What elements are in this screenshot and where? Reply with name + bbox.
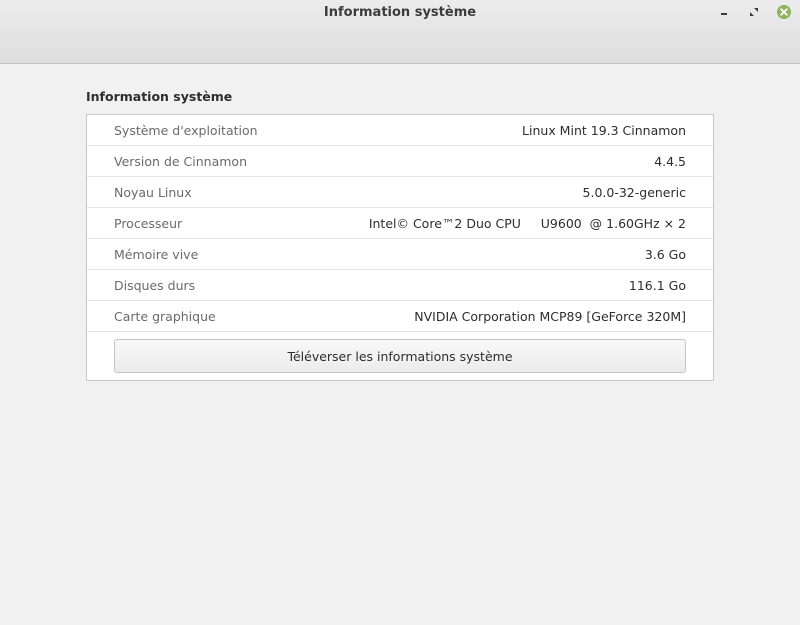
info-row-processor: Processeur Intel© Core™2 Duo CPU U9600 @… bbox=[87, 208, 713, 239]
window-controls bbox=[716, 4, 792, 20]
info-label: Mémoire vive bbox=[114, 247, 199, 262]
info-label: Processeur bbox=[114, 216, 183, 231]
info-row-cinnamon-version: Version de Cinnamon 4.4.5 bbox=[87, 146, 713, 177]
info-label: Noyau Linux bbox=[114, 185, 192, 200]
info-label: Version de Cinnamon bbox=[114, 154, 247, 169]
system-info-panel: Système d'exploitation Linux Mint 19.3 C… bbox=[86, 114, 714, 381]
info-row-kernel: Noyau Linux 5.0.0-32-generic bbox=[87, 177, 713, 208]
title-bar[interactable]: Information système bbox=[0, 0, 800, 64]
info-row-graphics: Carte graphique NVIDIA Corporation MCP89… bbox=[87, 301, 713, 332]
system-info-window: Information système Information système … bbox=[0, 0, 800, 625]
info-label: Carte graphique bbox=[114, 309, 216, 324]
window-title: Information système bbox=[323, 5, 477, 20]
info-value: NVIDIA Corporation MCP89 [GeForce 320M] bbox=[414, 309, 686, 324]
info-value: 116.1 Go bbox=[628, 278, 686, 293]
section-title: Information système bbox=[86, 89, 233, 104]
info-label: Système d'exploitation bbox=[114, 123, 258, 138]
info-label: Disques durs bbox=[114, 278, 196, 293]
info-value: 5.0.0-32-generic bbox=[582, 185, 686, 200]
upload-system-info-button[interactable]: Téléverser les informations système bbox=[114, 339, 686, 373]
info-value: Linux Mint 19.3 Cinnamon bbox=[522, 123, 686, 138]
minimize-icon[interactable] bbox=[716, 4, 732, 20]
info-row-memory: Mémoire vive 3.6 Go bbox=[87, 239, 713, 270]
info-row-os: Système d'exploitation Linux Mint 19.3 C… bbox=[87, 115, 713, 146]
info-value: 4.4.5 bbox=[654, 154, 686, 169]
info-value: Intel© Core™2 Duo CPU U9600 @ 1.60GHz × … bbox=[368, 216, 686, 231]
maximize-icon[interactable] bbox=[746, 4, 762, 20]
close-icon[interactable] bbox=[776, 4, 792, 20]
info-value: 3.6 Go bbox=[644, 247, 686, 262]
info-row-disks: Disques durs 116.1 Go bbox=[87, 270, 713, 301]
